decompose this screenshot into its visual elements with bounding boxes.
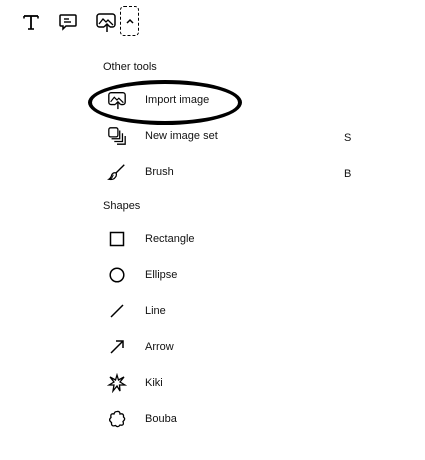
menu-item-brush[interactable]: Brush <box>100 157 360 187</box>
image-set-icon <box>107 126 127 146</box>
import-image-tool-icon[interactable] <box>94 10 118 34</box>
bouba-icon <box>107 409 127 429</box>
menu-item-rectangle[interactable]: Rectangle <box>100 224 360 254</box>
shortcut-new-image-set: S <box>344 132 352 144</box>
menu-item-label: New image set <box>145 130 218 142</box>
menu-item-line[interactable]: Line <box>100 296 360 326</box>
menu-item-label: Kiki <box>145 377 163 389</box>
menu-item-label: Brush <box>145 166 174 178</box>
ellipse-icon <box>107 265 127 285</box>
menu-item-label: Line <box>145 305 166 317</box>
arrow-icon <box>107 337 127 357</box>
menu-item-label: Bouba <box>145 413 177 425</box>
menu-item-arrow[interactable]: Arrow <box>100 332 360 362</box>
section-label-shapes: Shapes <box>103 200 141 212</box>
brush-icon <box>107 162 127 182</box>
chevron-up-icon <box>125 18 134 24</box>
menu-item-kiki[interactable]: Kiki <box>100 368 360 398</box>
menu-item-new-image-set[interactable]: New image set <box>100 121 360 151</box>
menu-item-label: Ellipse <box>145 269 178 281</box>
shortcut-brush: B <box>344 168 352 180</box>
menu-item-bouba[interactable]: Bouba <box>100 404 360 434</box>
line-icon <box>107 301 127 321</box>
collapse-tools-button[interactable] <box>120 6 139 36</box>
section-label-other-tools: Other tools <box>103 61 157 73</box>
text-tool-icon[interactable] <box>20 10 42 34</box>
import-image-icon <box>107 90 127 110</box>
menu-item-label: Rectangle <box>145 233 195 245</box>
menu-item-ellipse[interactable]: Ellipse <box>100 260 360 290</box>
menu-item-label: Import image <box>145 94 210 106</box>
menu-item-label: Arrow <box>145 341 174 353</box>
kiki-icon <box>107 373 127 393</box>
partial-tool-icon[interactable] <box>0 10 6 34</box>
note-tool-icon[interactable] <box>57 10 79 34</box>
menu-item-import-image[interactable]: Import image <box>100 85 360 115</box>
toolbar <box>0 0 425 42</box>
rectangle-icon <box>107 229 127 249</box>
